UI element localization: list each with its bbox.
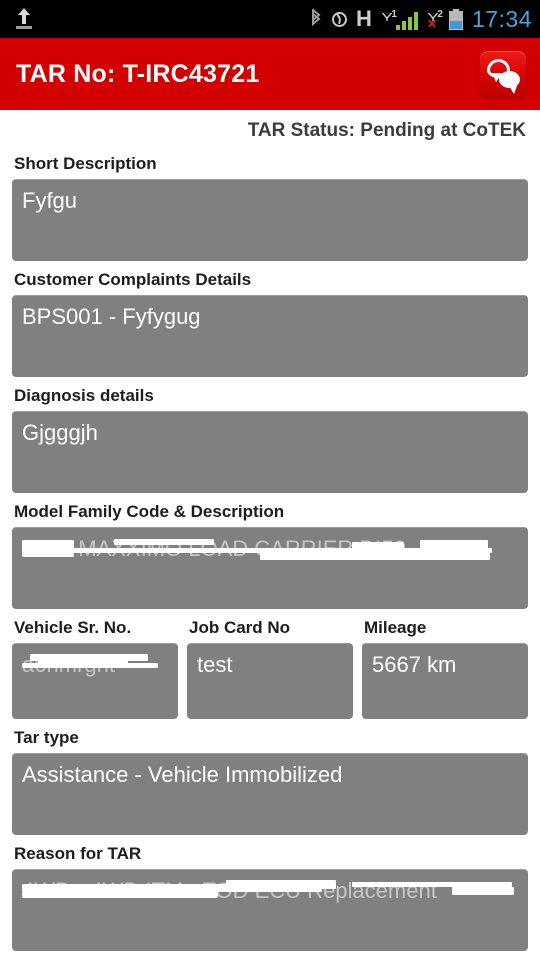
vehicle-sr-no-redaction: a6hmrgnt [22,652,158,678]
diagnosis-details-value: Gjgggjh [22,420,98,445]
network-h-icon: H [356,6,372,31]
chat-bubbles-icon[interactable] [480,51,526,97]
customer-complaints-input[interactable]: BPS001 - Fyfygug [12,295,528,377]
mileage-label: Mileage [364,618,427,637]
sim2-no-service-icon: ✕ [426,17,437,31]
customer-complaints-value: BPS001 - Fyfygug [22,304,201,329]
tar-type-label: Tar type [14,728,79,747]
model-family-label: Model Family Code & Description [14,502,285,521]
vehicle-sr-no-input[interactable]: a6hmrgnt [12,643,178,719]
reason-for-tar-redaction: 4WD - 4WD ITM - TOD ECU Replacement [22,878,514,904]
job-card-no-input[interactable]: test [187,643,353,719]
field-vehicle-sr-no: Vehicle Sr. No. a6hmrgnt [12,618,178,719]
short-description-value: Fyfgu [22,188,78,213]
upload-icon [14,8,34,30]
short-description-label: Short Description [14,154,157,173]
vehicle-sr-no-label: Vehicle Sr. No. [14,618,132,637]
form-content: TAR Status: Pending at CoTEK Short Descr… [0,110,540,951]
sim2-number: 2 [437,9,443,20]
page-title: TAR No: T-IRC43721 [16,59,260,88]
diagnosis-details-label: Diagnosis details [14,386,154,405]
field-mileage: Mileage 5667 km [362,618,528,719]
field-tar-type: Tar type Assistance - Vehicle Immobilize… [12,728,528,835]
bluetooth-icon [309,9,323,29]
reason-for-tar-input[interactable]: 4WD - 4WD ITM - TOD ECU Replacement [12,869,528,951]
mileage-input[interactable]: 5667 km [362,643,528,719]
field-diagnosis-details: Diagnosis details Gjgggjh [12,386,528,493]
tar-type-input[interactable]: Assistance - Vehicle Immobilized [12,753,528,835]
mileage-value: 5667 km [372,652,457,677]
alarm-icon [330,10,349,29]
signal-sim2-x-icon: 2 ✕ [425,8,443,31]
status-bar: H 1 2 ✕ 17:34 [0,0,540,38]
status-bar-left [14,8,309,30]
field-model-family: Model Family Code & Description 005 - MA… [12,502,528,609]
field-customer-complaints: Customer Complaints Details BPS001 - Fyf… [12,270,528,377]
short-description-input[interactable]: Fyfgu [12,179,528,261]
tar-type-value: Assistance - Vehicle Immobilized [22,762,343,787]
tar-status-text: TAR Status: Pending at CoTEK [247,120,526,141]
status-bar-right: H 1 2 ✕ 17:34 [309,5,532,32]
field-reason-for-tar: Reason for TAR 4WD - 4WD ITM - TOD ECU R… [12,844,528,951]
reason-for-tar-label: Reason for TAR [14,844,142,863]
model-family-redaction: 005 - MAXXIMO LOAD CARRIER DI50 [22,536,492,562]
status-bar-clock: 17:34 [471,5,532,32]
sim1-number: 1 [391,9,397,20]
field-job-card-no: Job Card No test [187,618,353,719]
field-short-description: Short Description Fyfgu [12,154,528,261]
signal-sim1-icon: 1 [379,8,418,30]
job-card-no-label: Job Card No [189,618,291,637]
diagnosis-details-input[interactable]: Gjgggjh [12,411,528,493]
job-card-no-value: test [197,652,233,677]
model-family-input[interactable]: 005 - MAXXIMO LOAD CARRIER DI50 [12,527,528,609]
battery-icon [448,8,463,30]
customer-complaints-label: Customer Complaints Details [14,270,252,289]
app-header: TAR No: T-IRC43721 [0,38,540,110]
row-vehicle-jobcard-mileage: Vehicle Sr. No. a6hmrgnt Job Card No tes… [12,618,528,719]
